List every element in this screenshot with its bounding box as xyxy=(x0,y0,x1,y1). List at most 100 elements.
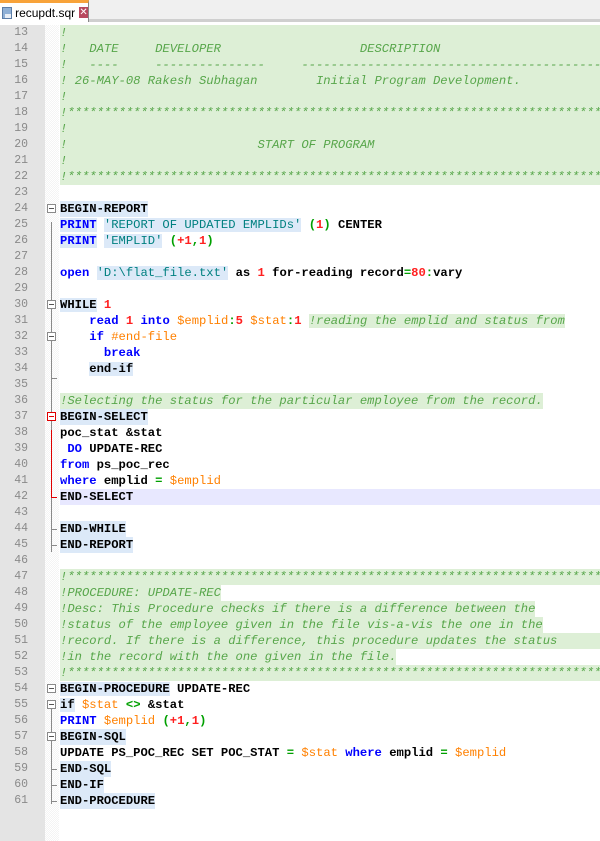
text: &stat xyxy=(140,698,185,712)
fold-toggle-icon[interactable] xyxy=(47,732,56,741)
code-line: 53 !*************************************… xyxy=(0,665,600,681)
number: 1 xyxy=(294,314,302,328)
text: UPDATE-REC xyxy=(169,682,251,696)
variable: $emplid xyxy=(177,314,229,328)
code-line: 61 END-PROCEDURE xyxy=(0,793,600,809)
code-line: 45 END-REPORT xyxy=(0,537,600,553)
code-line: 38 poc_stat &stat xyxy=(0,425,600,441)
comment: ! xyxy=(60,121,68,137)
comment: ! xyxy=(60,89,68,105)
line-number: 40 xyxy=(14,458,28,471)
keyword: BEGIN-REPORT xyxy=(60,201,148,217)
line-number: 53 xyxy=(14,666,28,679)
number: 1 xyxy=(103,298,112,312)
paren: ( xyxy=(308,218,317,232)
line-number: 16 xyxy=(14,74,28,87)
line-number: 60 xyxy=(14,778,28,791)
line-number: 19 xyxy=(14,122,28,135)
code-line: 15 ! ---- --------------- ---------------… xyxy=(0,57,600,73)
line-number: 15 xyxy=(14,58,28,71)
keyword: from xyxy=(60,458,90,472)
text: UPDATE-REC xyxy=(81,442,163,456)
line-number: 38 xyxy=(14,426,28,439)
line-number: 51 xyxy=(14,634,28,647)
keyword: END-PROCEDURE xyxy=(60,793,156,809)
line-number: 58 xyxy=(14,746,28,759)
variable: $emplid xyxy=(455,746,507,760)
line-number: 17 xyxy=(14,90,28,103)
variable: $stat xyxy=(81,698,119,712)
paren: ( xyxy=(169,234,178,248)
code-line: 35 xyxy=(0,377,600,393)
line-number: 32 xyxy=(14,330,28,343)
operator: = xyxy=(440,746,448,760)
number: +1 xyxy=(169,714,185,728)
close-icon[interactable]: ✕ xyxy=(79,7,88,18)
variable: $stat xyxy=(250,314,287,328)
fold-toggle-icon[interactable] xyxy=(47,332,56,341)
comment: !***************************************… xyxy=(60,105,600,121)
comment: !status of the employee given in the fil… xyxy=(60,617,543,633)
operator: = xyxy=(286,746,295,760)
code-line: 58 UPDATE PS_POC_REC SET POC_STAT = $stat… xyxy=(0,745,600,761)
fold-toggle-icon[interactable] xyxy=(47,684,56,693)
line-number: 46 xyxy=(14,554,28,567)
comma: , xyxy=(184,714,192,728)
text: ps_poc_rec xyxy=(89,458,170,472)
code-line: 31 read 1 into $emplid:5 $stat:1 !readin… xyxy=(0,313,600,329)
number: 1 xyxy=(191,714,200,728)
comment: !***************************************… xyxy=(60,665,600,681)
code-line: 54 BEGIN-PROCEDURE UPDATE-REC xyxy=(0,681,600,697)
line-number: 35 xyxy=(14,378,28,391)
fold-toggle-icon[interactable] xyxy=(47,700,56,709)
code-line: 40 from ps_poc_rec xyxy=(0,457,600,473)
line-number: 18 xyxy=(14,106,28,119)
code-line: 26 PRINT 'EMPLID' (+1,1) xyxy=(0,233,600,249)
fold-toggle-icon[interactable] xyxy=(47,412,56,421)
comment: ! START OF PROGRAM xyxy=(60,137,375,153)
string: 'REPORT OF UPDATED EMPLIDs' xyxy=(103,218,302,232)
code-line: 43 xyxy=(0,505,600,521)
code-line: 17! xyxy=(0,89,600,105)
tab-recupdt-sqr[interactable]: recupdt.sqr ✕ xyxy=(0,0,89,22)
code-line: 27 xyxy=(0,249,600,265)
paren: ) xyxy=(206,234,214,248)
fold-toggle-icon[interactable] xyxy=(47,300,56,309)
text: for-reading record xyxy=(264,266,404,280)
code-line: 50 !status of the employee given in the f… xyxy=(0,617,600,633)
code-line: 28 open 'D:\flat_file.txt' as 1 for-readi… xyxy=(0,265,600,281)
keyword: into xyxy=(140,314,170,328)
number: +1 xyxy=(177,234,192,248)
code-line: 25 PRINT 'REPORT OF UPDATED EMPLIDs' (1) … xyxy=(0,217,600,233)
line-number: 52 xyxy=(14,650,28,663)
operator: = xyxy=(155,474,163,488)
comment: !***************************************… xyxy=(60,169,600,185)
code-line: 46 xyxy=(0,553,600,569)
code-line: 21! xyxy=(0,153,600,169)
comment: ! xyxy=(60,153,68,169)
code-line: 41 where emplid = $emplid xyxy=(0,473,600,489)
line-number: 42 xyxy=(14,490,28,503)
keyword: END-SQL xyxy=(60,761,112,777)
text: emplid xyxy=(96,474,156,488)
code-line: 48 !PROCEDURE: UPDATE-REC xyxy=(0,585,600,601)
fold-toggle-icon[interactable] xyxy=(47,204,56,213)
code-line: 55 if $stat <> &stat xyxy=(0,697,600,713)
variable: $emplid xyxy=(169,474,221,488)
editor[interactable]: 13! 14! DATE DEVELOPER DESCRIPTION 15! -… xyxy=(0,25,600,809)
line-number: 31 xyxy=(14,314,28,327)
comment: !PROCEDURE: UPDATE-REC xyxy=(60,585,221,601)
paren: ) xyxy=(199,714,207,728)
line-number: 23 xyxy=(14,186,28,199)
code-line: 13! xyxy=(0,25,600,41)
comment: ! 26-MAY-08 Rakesh Subhagan Initial Prog… xyxy=(60,73,521,89)
line-number: 13 xyxy=(14,26,28,39)
code-line: 29 xyxy=(0,281,600,297)
operator: <> xyxy=(125,698,141,712)
line-number: 37 xyxy=(14,410,28,423)
line-number: 30 xyxy=(14,298,28,311)
comment: !Desc: This Procedure checks if there is… xyxy=(60,601,536,617)
comment: !in the record with the one given in the… xyxy=(60,649,397,665)
keyword: PRINT xyxy=(60,234,97,248)
line-number: 45 xyxy=(14,538,28,551)
